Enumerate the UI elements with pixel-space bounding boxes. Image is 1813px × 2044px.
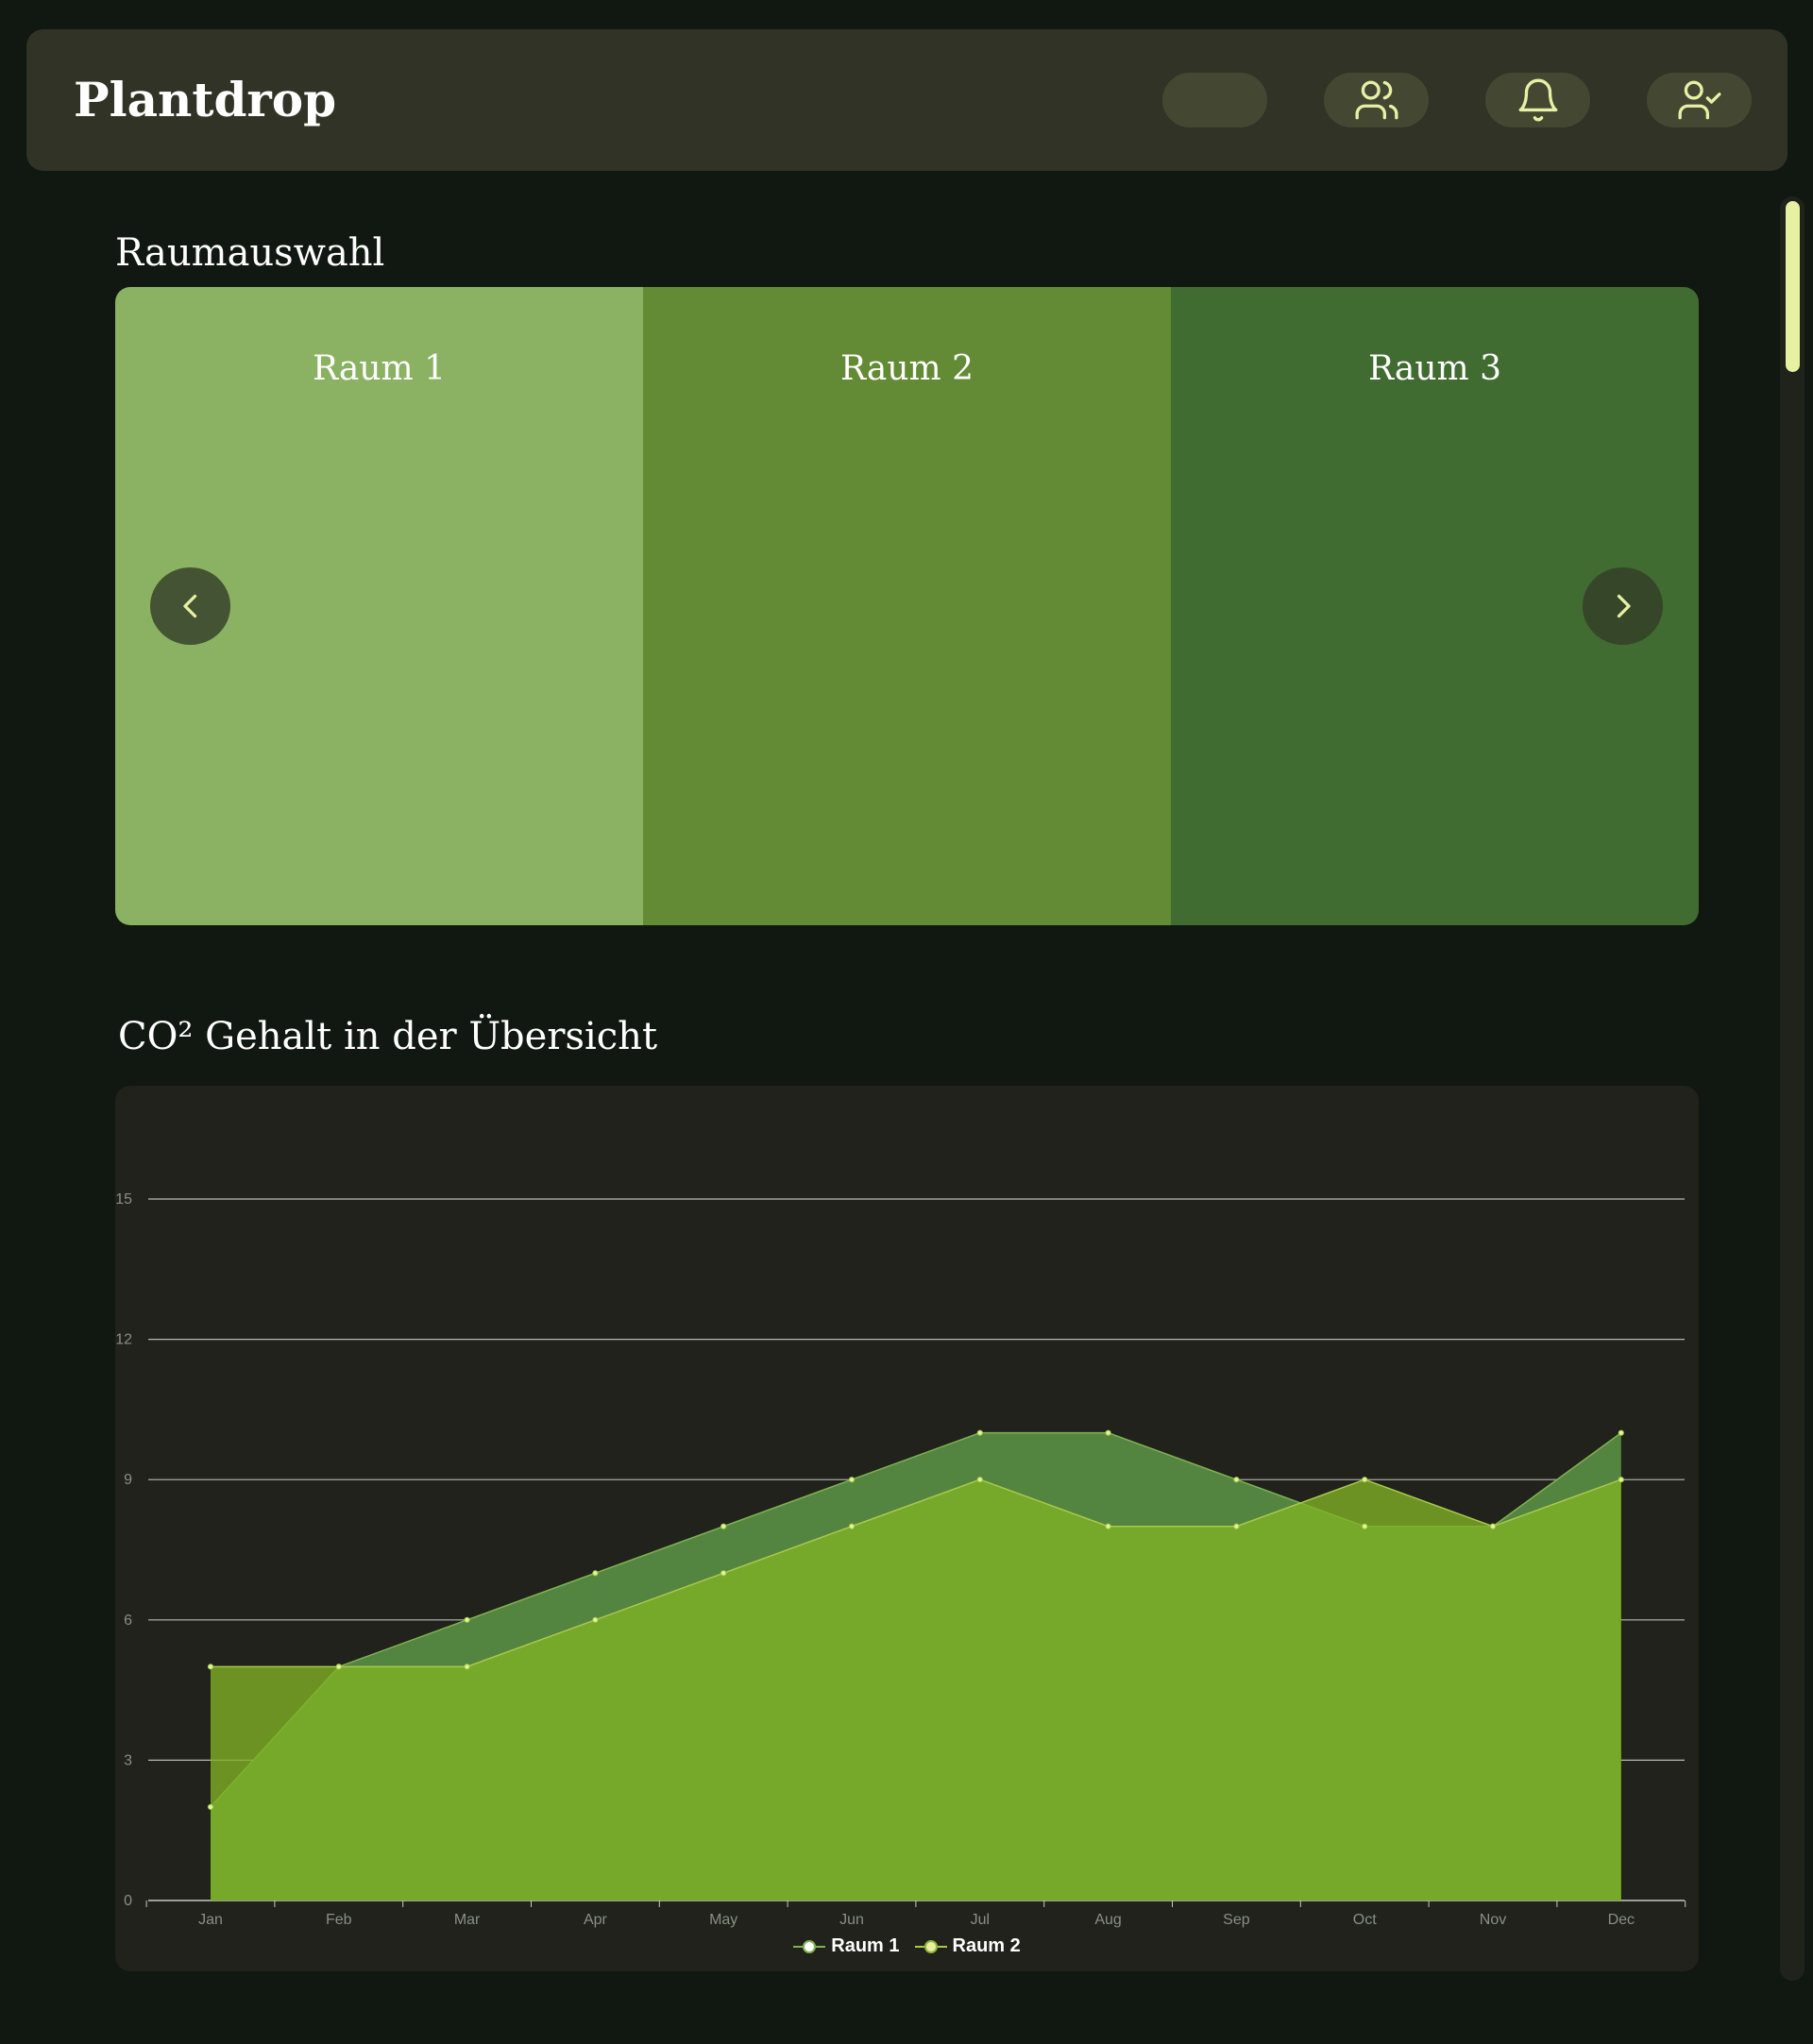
legend-item-raum-2[interactable]: Raum 2 <box>914 1935 1021 1957</box>
legend-marker-raum-2 <box>914 1939 947 1953</box>
data-point <box>1105 1523 1111 1529</box>
x-tick-label: Nov <box>1480 1912 1506 1928</box>
header-blank-button[interactable] <box>1162 73 1267 127</box>
x-tick-label: Apr <box>584 1912 608 1928</box>
y-tick-label: 6 <box>124 1613 132 1629</box>
data-point <box>1618 1477 1624 1483</box>
x-tick-label: Jan <box>198 1912 223 1928</box>
data-point <box>1489 1523 1497 1529</box>
legend-item-raum-1[interactable]: Raum 1 <box>793 1935 900 1957</box>
data-point <box>1618 1429 1624 1436</box>
data-point <box>335 1664 342 1670</box>
data-point <box>592 1570 599 1577</box>
top-bar: Plantdrop <box>26 29 1788 171</box>
data-point <box>207 1803 214 1811</box>
users-button[interactable] <box>1324 73 1429 127</box>
data-point <box>464 1616 470 1623</box>
x-tick-label: Oct <box>1353 1912 1377 1928</box>
co2-area-chart: 0 3 6 9 12 15 Jan Feb Mar Apr May Jun Jul Aug Sep Oct No… <box>115 1191 1686 1928</box>
y-tick-label: 15 <box>115 1191 132 1208</box>
room-label: Raum 3 <box>1367 349 1502 388</box>
co2-overview-title: CO² Gehalt in der Übersicht <box>118 1015 658 1058</box>
data-point <box>720 1570 727 1577</box>
y-tick-label: 9 <box>124 1472 132 1488</box>
x-tick-label: Feb <box>326 1912 352 1928</box>
data-point <box>207 1664 214 1670</box>
profile-button[interactable] <box>1647 73 1752 127</box>
y-tick-label: 12 <box>115 1332 132 1348</box>
scrollbar-track[interactable] <box>1780 196 1805 1981</box>
data-point <box>976 1477 983 1483</box>
x-tick-label: Sep <box>1223 1912 1250 1928</box>
room-carousel: Raum 1 Raum 2 Raum 3 <box>115 287 1699 925</box>
carousel-next-button[interactable] <box>1583 567 1663 645</box>
room-label: Raum 2 <box>839 349 974 388</box>
data-point <box>720 1523 727 1529</box>
room-label: Raum 1 <box>312 349 447 388</box>
notifications-button[interactable] <box>1485 73 1590 127</box>
data-point <box>1105 1429 1111 1436</box>
chart-legend: Raum 1 Raum 2 <box>115 1935 1699 1957</box>
data-point <box>1362 1477 1368 1483</box>
bell-icon <box>1518 78 1557 122</box>
data-point <box>1233 1477 1240 1483</box>
data-point <box>848 1477 856 1483</box>
data-point <box>592 1616 599 1623</box>
y-tick-label: 3 <box>124 1752 132 1768</box>
x-tick-label: Aug <box>1094 1912 1121 1928</box>
x-tick-label: May <box>709 1912 737 1928</box>
data-point <box>976 1429 983 1436</box>
legend-label-raum-1: Raum 1 <box>831 1935 900 1956</box>
legend-label-raum-2: Raum 2 <box>952 1935 1021 1956</box>
carousel-prev-button[interactable] <box>150 567 230 645</box>
data-point <box>1233 1523 1240 1529</box>
room-selection-title: Raumauswahl <box>115 231 385 275</box>
x-tick-label: Mar <box>454 1912 481 1928</box>
area-raum-2 <box>211 1479 1621 1900</box>
legend-marker-raum-1 <box>793 1939 826 1953</box>
room-card-2[interactable]: Raum 2 <box>643 287 1171 925</box>
data-point <box>848 1523 856 1529</box>
chevron-right-icon <box>1617 594 1631 618</box>
x-tick-label: Jun <box>839 1912 864 1928</box>
user-check-icon <box>1678 80 1720 120</box>
data-point <box>1362 1523 1368 1529</box>
y-tick-label: 0 <box>124 1893 132 1909</box>
x-tick-label: Dec <box>1608 1912 1635 1928</box>
chevron-left-icon <box>182 594 196 618</box>
data-point <box>464 1664 470 1670</box>
co2-chart-card: 0 3 6 9 12 15 Jan Feb Mar Apr May Jun Jul Aug Sep Oct No… <box>115 1086 1699 1971</box>
x-tick-label: Jul <box>971 1912 990 1928</box>
scrollbar-thumb[interactable] <box>1786 201 1800 372</box>
users-icon <box>1355 80 1398 120</box>
brand-logo[interactable]: Plantdrop <box>74 67 336 133</box>
